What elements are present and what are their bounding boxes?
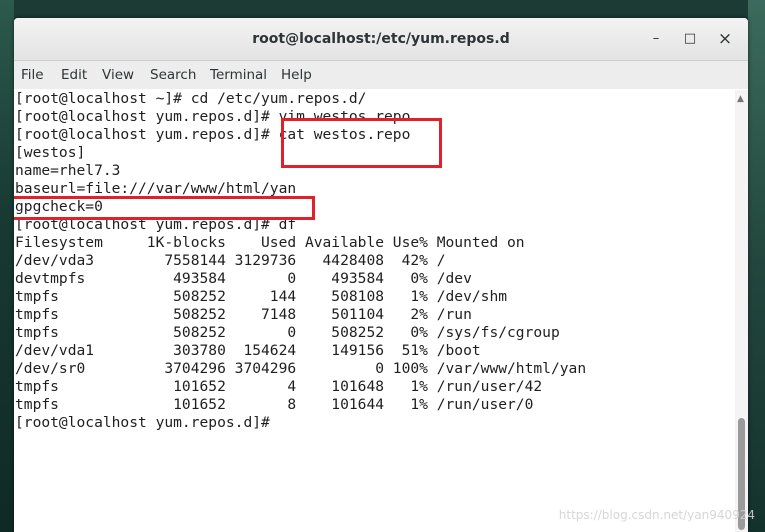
terminal-line: /dev/vda1 303780 154624 149156 51% /boot <box>15 342 481 359</box>
menu-terminal[interactable]: Terminal <box>210 67 267 83</box>
menu-search[interactable]: Search <box>150 67 196 83</box>
menu-help[interactable]: Help <box>281 67 312 83</box>
maximize-icon: □ <box>683 31 697 46</box>
scroll-up-icon[interactable]: ▲ <box>737 94 744 104</box>
menu-edit[interactable]: Edit <box>61 67 87 83</box>
menu-file[interactable]: File <box>21 67 44 83</box>
terminal-line: /dev/sr0 3704296 3704296 0 100% /var/www… <box>15 360 587 377</box>
terminal-line: tmpfs 508252 7148 501104 2% /run <box>15 306 472 323</box>
terminal-line: Filesystem 1K-blocks Used Available Use%… <box>15 234 525 251</box>
minimize-button[interactable]: – <box>646 29 666 49</box>
terminal-line: tmpfs 508252 144 508108 1% /dev/shm <box>15 288 508 305</box>
terminal-line: tmpfs 101652 4 101648 1% /run/user/42 <box>15 378 543 395</box>
close-icon: × <box>717 29 733 49</box>
terminal-window: root@localhost:/etc/yum.repos.d – □ × Fi… <box>14 18 748 532</box>
minimize-icon: – <box>652 31 660 46</box>
menu-view[interactable]: View <box>102 67 134 83</box>
terminal-line: devtmpfs 493584 0 493584 0% /dev <box>15 270 472 287</box>
desktop-background-left <box>0 0 14 532</box>
terminal-line: tmpfs 508252 0 508252 0% /sys/fs/cgroup <box>15 324 560 341</box>
highlight-box-baseurl <box>14 196 315 220</box>
watermark: https://blog.csdn.net/yan940924 <box>558 508 755 522</box>
menu-bar: File Edit View Search Terminal Help <box>14 61 748 89</box>
terminal-line: /dev/vda3 7558144 3129736 4428408 42% / <box>15 252 446 269</box>
close-button[interactable]: × <box>715 29 735 49</box>
terminal-line: tmpfs 101652 8 101644 1% /run/user/0 <box>15 396 534 413</box>
window-title: root@localhost:/etc/yum.repos.d <box>252 31 510 47</box>
maximize-button[interactable]: □ <box>680 29 700 49</box>
desktop-background-right <box>748 0 765 532</box>
terminal-line: [root@localhost ~]# cd /etc/yum.repos.d/ <box>15 90 367 107</box>
titlebar[interactable]: root@localhost:/etc/yum.repos.d – □ × <box>14 18 748 61</box>
terminal-line: [root@localhost yum.repos.d]# <box>15 414 279 431</box>
highlight-box-vim-cat <box>281 118 442 168</box>
